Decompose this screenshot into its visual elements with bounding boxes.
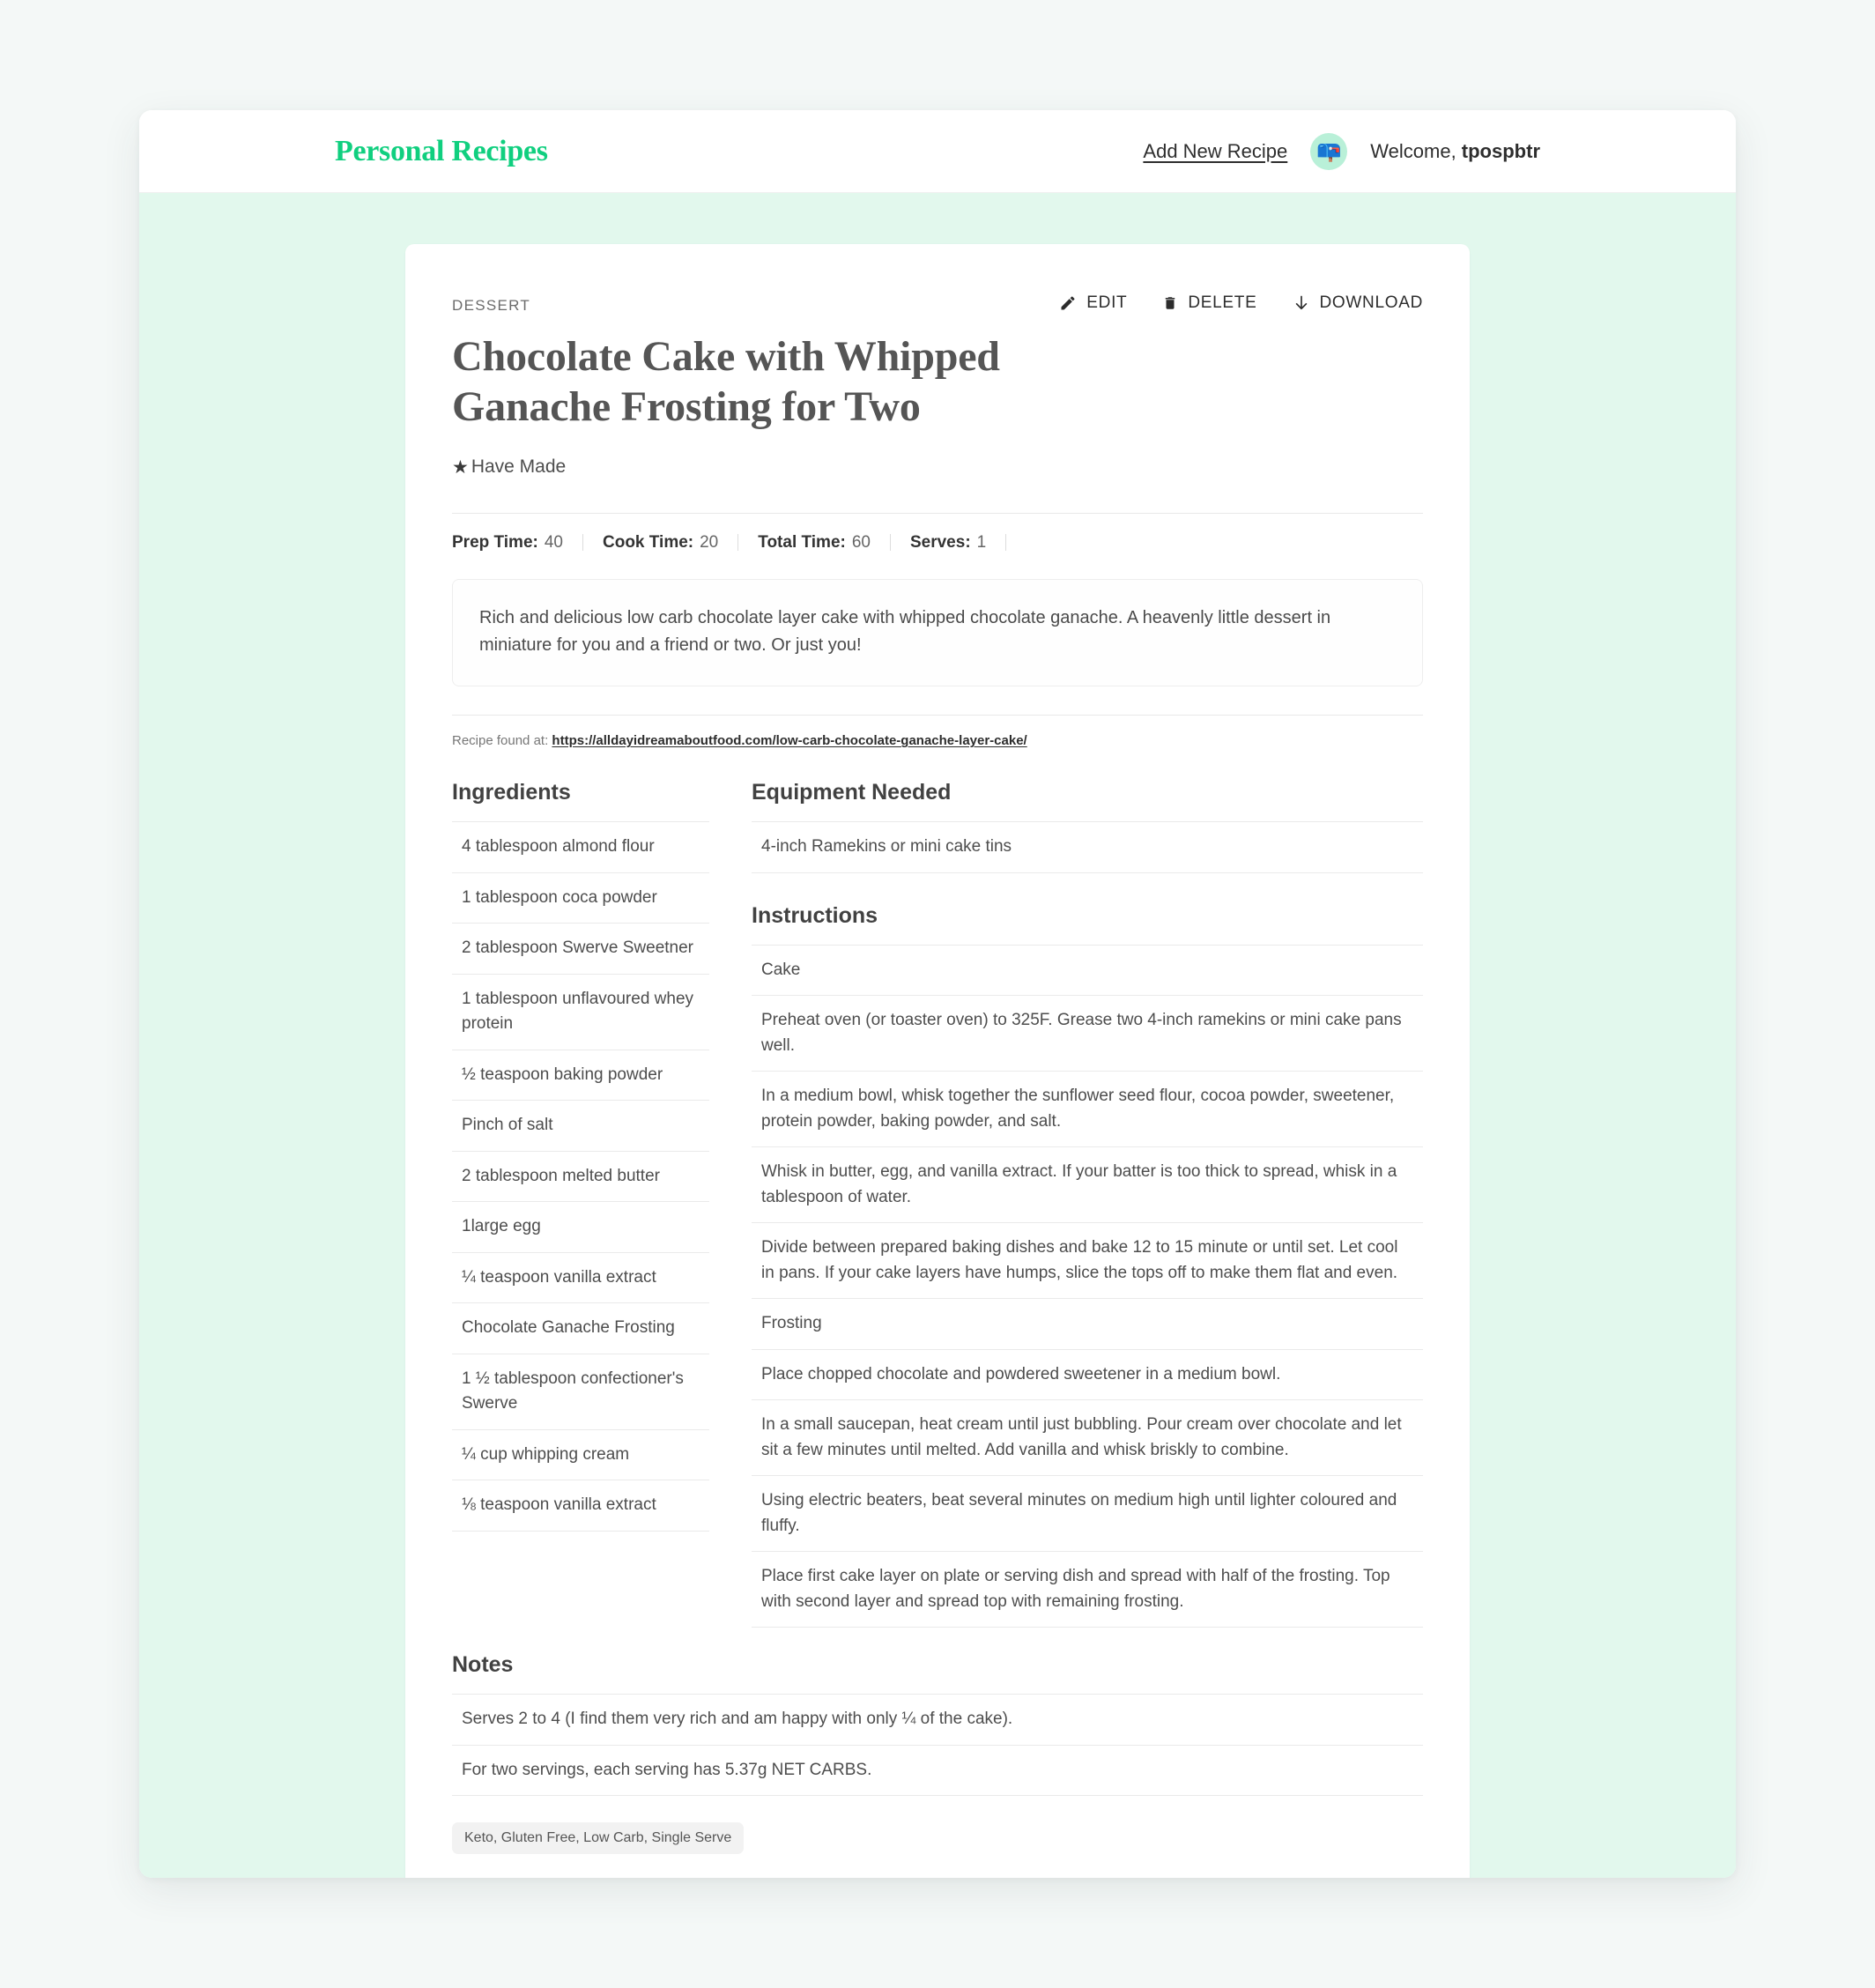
list-item: Preheat oven (or toaster oven) to 325F. …	[752, 996, 1423, 1072]
list-item: 1 tablespoon coca powder	[452, 873, 709, 924]
list-item: Chocolate Ganache Frosting	[452, 1303, 709, 1354]
list-item: ¼ cup whipping cream	[452, 1430, 709, 1481]
recipe-columns: Ingredients 4 tablespoon almond flour 1 …	[452, 780, 1423, 1628]
list-item: 2 tablespoon Swerve Sweetner	[452, 924, 709, 975]
list-item: 4-inch Ramekins or mini cake tins	[752, 822, 1423, 873]
instructions-list: Cake Preheat oven (or toaster oven) to 3…	[752, 944, 1423, 1628]
edit-button[interactable]: EDIT	[1059, 293, 1127, 313]
list-item: ¼ teaspoon vanilla extract	[452, 1253, 709, 1304]
list-item: In a medium bowl, whisk together the sun…	[752, 1072, 1423, 1148]
have-made-label: Have Made	[471, 456, 567, 478]
meta-total-time-label: Total Time:	[758, 533, 846, 553]
list-item: ⅛ teaspoon vanilla extract	[452, 1480, 709, 1532]
list-item: 4 tablespoon almond flour	[452, 822, 709, 873]
tags-container: Keto, Gluten Free, Low Carb, Single Serv…	[452, 1822, 1423, 1855]
source-url-link[interactable]: https://alldayidreamaboutfood.com/low-ca…	[552, 733, 1026, 748]
have-made-badge[interactable]: ★ Have Made	[452, 456, 1423, 478]
list-item: 1 ½ tablespoon confectioner's Swerve	[452, 1354, 709, 1430]
ingredients-list: 4 tablespoon almond flour 1 tablespoon c…	[452, 821, 709, 1532]
notes-section: Notes Serves 2 to 4 (I find them very ri…	[452, 1652, 1423, 1855]
meta-total-time: Total Time: 60	[758, 533, 891, 553]
download-arrow-icon	[1293, 294, 1310, 312]
list-item: Cake	[752, 946, 1423, 997]
notes-list: Serves 2 to 4 (I find them very rich and…	[452, 1694, 1423, 1797]
pencil-icon	[1059, 294, 1077, 312]
meta-serves-label: Serves:	[909, 533, 971, 553]
list-item: Whisk in butter, egg, and vanilla extrac…	[752, 1147, 1423, 1224]
meta-serves: Serves: 1	[909, 533, 1007, 553]
source-prefix: Recipe found at:	[452, 733, 549, 749]
page-body: DESSERT EDIT DELETE DOWNLOAD Chocolate C…	[139, 193, 1736, 1878]
avatar[interactable]: 📪	[1310, 132, 1348, 170]
list-item: Frosting	[752, 1299, 1423, 1350]
meta-prep-time-label: Prep Time:	[452, 533, 538, 553]
trash-icon	[1162, 294, 1178, 312]
welcome-text: Welcome, tpospbtr	[1370, 140, 1540, 163]
download-button[interactable]: DOWNLOAD	[1293, 293, 1424, 313]
list-item: Place first cake layer on plate or servi…	[752, 1552, 1423, 1628]
list-item: Place chopped chocolate and powdered swe…	[752, 1350, 1423, 1401]
download-button-label: DOWNLOAD	[1319, 293, 1423, 312]
meta-total-time-value: 60	[851, 533, 871, 553]
delete-button[interactable]: DELETE	[1162, 293, 1256, 313]
instructions-column: Equipment Needed 4-inch Ramekins or mini…	[752, 780, 1423, 1628]
list-item: Divide between prepared baking dishes an…	[752, 1223, 1423, 1300]
recipe-card: DESSERT EDIT DELETE DOWNLOAD Chocolate C…	[405, 244, 1470, 1878]
equipment-heading: Equipment Needed	[752, 780, 952, 805]
site-header: Personal Recipes Add New Recipe 📪 Welcom…	[139, 110, 1736, 193]
recipe-source: Recipe found at: https://alldayidreamabo…	[452, 716, 1423, 764]
list-item: Using electric beaters, beat several min…	[752, 1476, 1423, 1553]
meta-serves-value: 1	[976, 533, 987, 553]
recipe-category: DESSERT	[452, 297, 531, 314]
welcome-prefix: Welcome,	[1370, 139, 1462, 162]
page-title: Chocolate Cake with Whipped Ganache Fros…	[452, 333, 1000, 430]
recipe-actions: EDIT DELETE DOWNLOAD	[1059, 290, 1423, 313]
edit-button-label: EDIT	[1086, 293, 1128, 312]
list-item: 1large egg	[452, 1202, 709, 1253]
username: tpospbtr	[1461, 139, 1540, 162]
app-window: Personal Recipes Add New Recipe 📪 Welcom…	[139, 110, 1736, 1878]
list-item: In a small saucepan, heat cream until ju…	[752, 1400, 1423, 1477]
meta-cook-time-value: 20	[700, 533, 719, 553]
ingredients-heading: Ingredients	[452, 780, 571, 805]
list-item: 1 tablespoon unflavoured whey protein	[452, 975, 709, 1050]
list-item: For two servings, each serving has 5.37g…	[452, 1746, 1423, 1797]
header-right-group: Add New Recipe 📪 Welcome, tpospbtr	[1143, 132, 1540, 170]
brand-logo[interactable]: Personal Recipes	[335, 135, 548, 168]
recipe-description: Rich and delicious low carb chocolate la…	[452, 579, 1423, 687]
notes-heading: Notes	[452, 1652, 514, 1678]
list-item: Pinch of salt	[452, 1101, 709, 1152]
meta-prep-time-value: 40	[544, 533, 563, 553]
list-item: 2 tablespoon melted butter	[452, 1152, 709, 1203]
ingredients-column: Ingredients 4 tablespoon almond flour 1 …	[452, 780, 709, 1532]
equipment-list: 4-inch Ramekins or mini cake tins	[752, 821, 1423, 873]
card-top-row: DESSERT EDIT DELETE DOWNLOAD	[452, 290, 1423, 315]
list-item: ½ teaspoon baking powder	[452, 1050, 709, 1102]
delete-button-label: DELETE	[1188, 293, 1257, 312]
meta-prep-time: Prep Time: 40	[452, 533, 583, 553]
mailbox-emoji-icon: 📪	[1315, 139, 1342, 162]
add-new-recipe-link[interactable]: Add New Recipe	[1143, 140, 1287, 163]
tags-pill[interactable]: Keto, Gluten Free, Low Carb, Single Serv…	[452, 1822, 745, 1855]
recipe-meta-row: Prep Time: 40 Cook Time: 20 Total Time: …	[452, 514, 1423, 570]
star-filled-icon: ★	[452, 456, 469, 478]
meta-cook-time-label: Cook Time:	[603, 533, 694, 553]
list-item: Serves 2 to 4 (I find them very rich and…	[452, 1695, 1423, 1746]
meta-cook-time: Cook Time: 20	[603, 533, 739, 553]
instructions-heading: Instructions	[752, 902, 878, 928]
